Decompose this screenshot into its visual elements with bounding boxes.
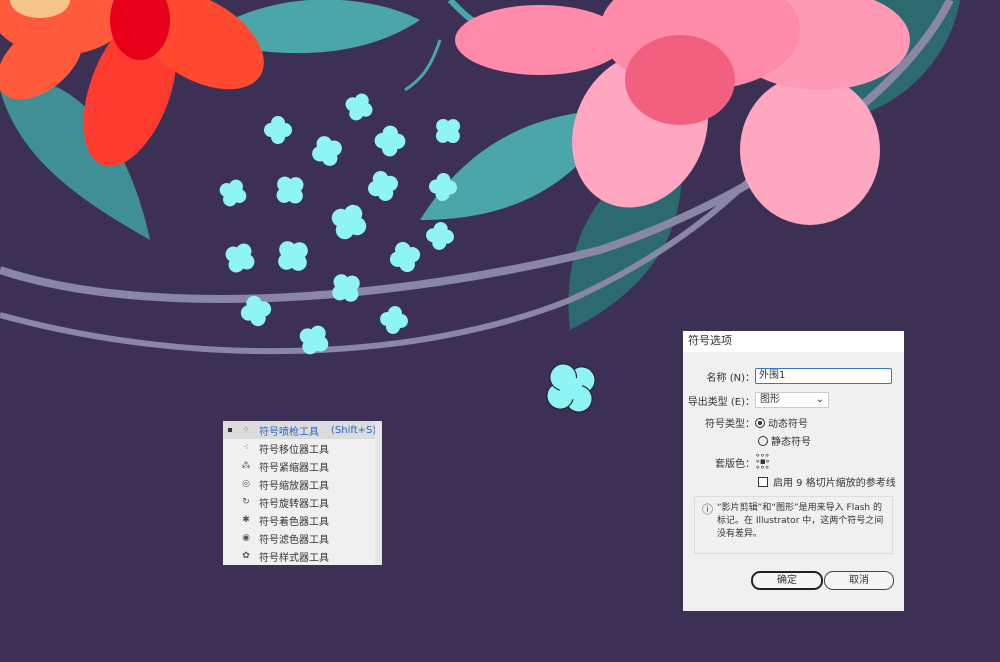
selected-bullet-icon	[228, 428, 232, 432]
menu-item-symbol-scruncher[interactable]: ⁂ 符号紧缩器工具	[223, 457, 381, 475]
clover-symbol	[546, 363, 596, 413]
clover-symbol	[264, 116, 292, 144]
symbol-screener-icon: ◉	[242, 533, 250, 543]
menu-item-label: 符号喷枪工具	[259, 426, 319, 438]
ok-button[interactable]: 确定	[751, 571, 823, 590]
info-box: ⓘ “影片剪辑”和“图形”是用来导入 Flash 的标记。在 Illustrat…	[694, 496, 893, 554]
clover-symbol	[219, 179, 247, 207]
dynamic-symbol-radio[interactable]	[755, 417, 765, 428]
symbol-styler-icon: ✿	[242, 551, 250, 561]
symbol-stainer-icon: ✱	[242, 515, 250, 525]
clover-symbol	[426, 222, 454, 250]
registration-label: 套版色：	[715, 458, 755, 470]
clover-symbol	[389, 241, 421, 273]
symbol-spinner-icon: ↻	[242, 497, 250, 507]
menu-item-label: 符号滤色器工具	[259, 534, 329, 546]
menu-item-label: 符号缩放器工具	[259, 480, 329, 492]
clover-symbol	[380, 306, 408, 334]
menu-item-label: 符号移位器工具	[259, 444, 329, 456]
menu-item-shortcut: (Shift+S)	[331, 424, 377, 436]
clover-symbol	[278, 241, 308, 271]
menu-item-label: 符号样式器工具	[259, 552, 329, 564]
menu-item-label: 符号着色器工具	[259, 516, 329, 528]
menu-item-label: 符号紧缩器工具	[259, 462, 329, 474]
clover-symbol	[225, 243, 255, 273]
symbol-tools-flyout-menu: ⁘ 符号喷枪工具 (Shift+S) ⁖ 符号移位器工具 ⁂ 符号紧缩器工具 ◎ 符号缩放器工具…	[223, 421, 382, 565]
registration-grid-icon[interactable]: ∘∘∘ ∘▪∘ ∘∘∘	[755, 452, 770, 473]
menu-item-symbol-styler[interactable]: ✿ 符号样式器工具	[223, 547, 381, 565]
symbol-sprayer-icon: ⁘	[242, 425, 250, 435]
clover-symbol	[276, 176, 304, 204]
clover-symbol	[299, 325, 329, 355]
export-type-select[interactable]: 图形 ⌄	[755, 392, 829, 408]
menu-item-symbol-screener[interactable]: ◉ 符号滤色器工具	[223, 529, 381, 547]
clover-symbol	[435, 118, 461, 144]
chevron-down-icon: ⌄	[815, 394, 824, 405]
menu-item-label: 符号旋转器工具	[259, 498, 329, 510]
menu-item-symbol-shifter[interactable]: ⁖ 符号移位器工具	[223, 439, 381, 457]
cancel-button[interactable]: 取消	[824, 571, 894, 590]
symbol-options-dialog: 符号选项 名称 (N)： 外围1 导出类型 (E)： 图形 ⌄ 符号类型： 动态符号 静…	[683, 331, 904, 611]
nine-slice-label: 启用 9 格切片缩放的参考线	[773, 478, 896, 489]
symbol-shifter-icon: ⁖	[243, 443, 249, 453]
dynamic-symbol-label: 动态符号	[768, 419, 808, 430]
name-input[interactable]: 外围1	[755, 368, 892, 384]
menu-item-symbol-sizer[interactable]: ◎ 符号缩放器工具	[223, 475, 381, 493]
clover-symbol	[331, 204, 367, 240]
nine-slice-checkbox[interactable]	[758, 476, 768, 487]
info-icon: ⓘ	[702, 503, 713, 516]
menu-item-symbol-stainer[interactable]: ✱ 符号着色器工具	[223, 511, 381, 529]
export-type-label: 导出类型 (E)：	[687, 396, 755, 408]
dialog-title: 符号选项	[683, 331, 904, 352]
clover-symbol	[368, 171, 398, 201]
static-symbol-radio[interactable]	[758, 435, 768, 446]
clover-symbol	[374, 125, 406, 157]
menu-scrollbar[interactable]	[375, 421, 381, 565]
menu-item-symbol-spinner[interactable]: ↻ 符号旋转器工具	[223, 493, 381, 511]
info-text: “影片剪辑”和“图形”是用来导入 Flash 的标记。在 Illustrator…	[717, 503, 884, 539]
clover-symbol	[345, 93, 373, 121]
static-symbol-label: 静态符号	[771, 437, 811, 448]
clover-symbol	[312, 136, 342, 166]
symbol-scruncher-icon: ⁂	[241, 461, 251, 471]
symbol-sizer-icon: ◎	[242, 479, 250, 489]
menu-item-symbol-sprayer[interactable]: ⁘ 符号喷枪工具 (Shift+S)	[223, 421, 381, 439]
export-type-value: 图形	[760, 394, 780, 405]
name-label: 名称 (N)：	[706, 372, 755, 384]
symbol-type-label: 符号类型：	[705, 419, 755, 430]
